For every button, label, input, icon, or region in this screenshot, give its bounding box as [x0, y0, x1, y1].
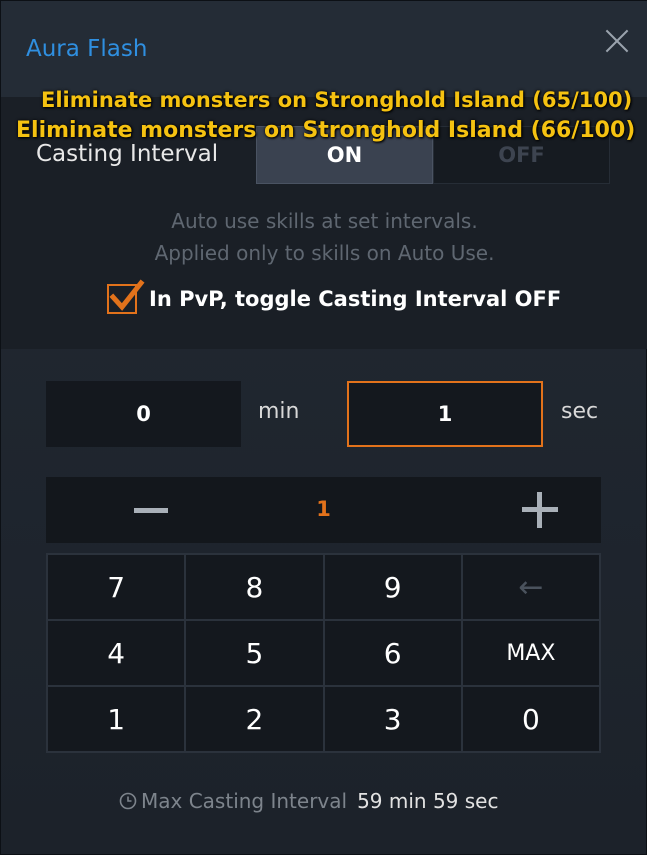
seconds-input[interactable]: 1	[347, 381, 543, 447]
dialog-window: Aura Flash Casting Interval ON OFF Auto …	[0, 0, 647, 855]
key-8[interactable]: 8	[186, 555, 323, 619]
key-5[interactable]: 5	[186, 621, 323, 685]
clock-icon	[119, 792, 137, 810]
minutes-input[interactable]: 0	[46, 381, 241, 447]
max-key[interactable]: MAX	[462, 621, 599, 685]
numeric-keypad: 7 8 9 ← 4 5 6 MAX 1 2 3 0	[46, 553, 601, 753]
max-interval-info: Max Casting Interval 59 min 59 sec	[119, 789, 498, 813]
seconds-unit-label: sec	[561, 399, 599, 424]
pvp-option-row: In PvP, toggle Casting Interval OFF	[107, 279, 562, 314]
casting-interval-label: Casting Interval	[36, 141, 219, 167]
pvp-checkbox[interactable]	[107, 279, 145, 314]
quest-notification-1: Eliminate monsters on Stronghold Island …	[41, 88, 633, 112]
increment-button[interactable]	[522, 492, 558, 528]
max-interval-label: Max Casting Interval	[141, 789, 348, 813]
quest-notification-2: Eliminate monsters on Stronghold Island …	[16, 118, 636, 143]
description-line-2: Applied only to skills on Auto Use.	[154, 241, 495, 265]
pvp-option-label: In PvP, toggle Casting Interval OFF	[149, 287, 562, 311]
max-interval-value: 59 min 59 sec	[357, 789, 499, 813]
key-3[interactable]: 3	[324, 687, 461, 751]
backspace-key[interactable]: ←	[462, 555, 599, 619]
close-icon[interactable]	[599, 23, 635, 59]
key-1[interactable]: 1	[48, 687, 185, 751]
value-stepper: 1	[46, 477, 601, 543]
key-9[interactable]: 9	[324, 555, 461, 619]
key-7[interactable]: 7	[48, 555, 185, 619]
key-4[interactable]: 4	[48, 621, 185, 685]
stepper-value: 1	[316, 497, 331, 521]
key-6[interactable]: 6	[324, 621, 461, 685]
description-line-1: Auto use skills at set intervals.	[171, 209, 478, 233]
minutes-unit-label: min	[258, 399, 300, 424]
checkmark-icon	[109, 279, 145, 311]
dialog-title: Aura Flash	[26, 36, 148, 62]
key-2[interactable]: 2	[186, 687, 323, 751]
key-0[interactable]: 0	[462, 687, 599, 751]
